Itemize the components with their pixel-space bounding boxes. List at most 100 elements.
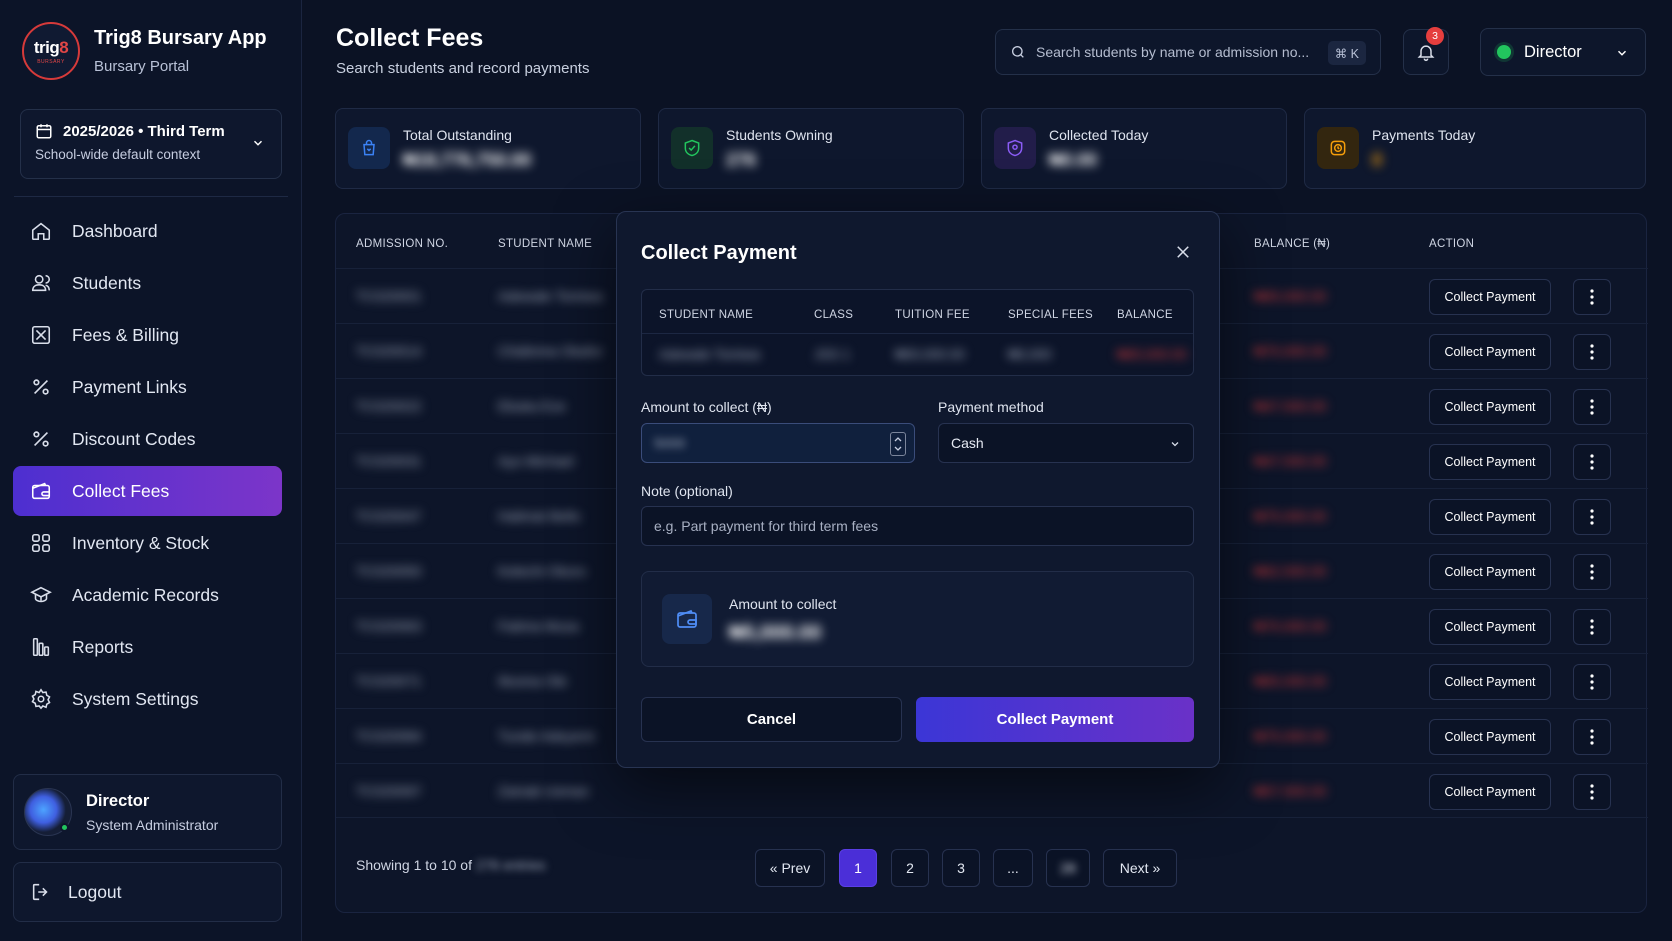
collect-payment-button[interactable]: Collect Payment [1429,774,1551,810]
column-header: SPECIAL FEES [1008,309,1093,321]
more-options-button[interactable] [1573,719,1611,755]
logout-button[interactable]: Logout [13,862,282,922]
close-button[interactable] [1171,240,1195,264]
pagination-page-last[interactable]: 28 [1046,849,1090,887]
home-icon [29,219,53,243]
stat-value: ₦0.00 [1049,150,1098,170]
role-status-dot [1497,45,1511,59]
column-header-student-name: STUDENT NAME [498,238,593,250]
sidebar-item-discount-codes[interactable]: Discount Codes [13,414,282,464]
note-label: Note (optional) [641,483,733,499]
pagination-next-button[interactable]: Next » [1103,849,1177,887]
sidebar-item-label: Reports [72,636,134,657]
sidebar-item-reports[interactable]: Reports [13,622,282,672]
name-cell: Zainab Usman [498,783,590,799]
more-options-button[interactable] [1573,499,1611,535]
percent-icon [29,375,53,399]
page-title: Collect Fees [336,24,484,52]
sidebar-item-label: Payment Links [72,376,187,397]
balance-cell: ₦65,000.00 [1254,673,1327,689]
note-input[interactable]: e.g. Part payment for third term fees [641,506,1194,546]
more-options-button[interactable] [1573,279,1611,315]
sidebar-item-label: Academic Records [72,584,219,605]
kebab-icon [1590,344,1594,360]
admission-cell: TC020047 [356,508,422,524]
chevron-down-icon [1615,46,1629,60]
collect-payment-button[interactable]: Collect Payment [1429,444,1551,480]
brand[interactable]: trig8 BURSARY Trig8 Bursary App Bursary … [22,22,267,80]
admission-cell: TC020084 [356,728,422,744]
more-options-button[interactable] [1573,609,1611,645]
name-cell: Ifeoma Obi [498,673,567,689]
more-options-button[interactable] [1573,444,1611,480]
payment-method-label: Payment method [938,399,1044,415]
term-selector[interactable]: 2025/2026 • Third Term School-wide defau… [20,109,282,179]
pagination-page-2[interactable]: 2 [891,849,929,887]
shield-icon [994,127,1036,169]
bar-chart-icon [29,635,53,659]
column-header-action: ACTION [1429,238,1475,250]
logout-icon [30,881,52,903]
number-stepper-icon[interactable] [890,432,906,456]
role-label: Director [1524,42,1582,61]
sidebar-item-collect-fees[interactable]: Collect Fees [13,466,282,516]
collect-payment-button[interactable]: Collect Payment [1429,554,1551,590]
collect-payment-button[interactable]: Collect Payment [1429,389,1551,425]
payment-method-select[interactable]: Cash [938,423,1194,463]
more-options-button[interactable] [1573,554,1611,590]
sidebar-nav: Dashboard Students Fees & Billing Paymen… [13,206,282,726]
sidebar-item-inventory[interactable]: Inventory & Stock [13,518,282,568]
user-card[interactable]: Director System Administrator [13,774,282,850]
user-role: System Administrator [86,816,219,833]
admission-cell: TC020071 [356,673,422,689]
sidebar-item-fees-billing[interactable]: Fees & Billing [13,310,282,360]
more-options-button[interactable] [1573,774,1611,810]
cancel-button[interactable]: Cancel [641,697,902,742]
sidebar-item-payment-links[interactable]: Payment Links [13,362,282,412]
more-options-button[interactable] [1573,664,1611,700]
notifications-button[interactable]: 3 [1403,27,1449,75]
stat-card-total-outstanding: Total Outstanding ₦18,776,750.00 [335,108,641,189]
amount-input[interactable]: 5000 [641,423,915,463]
collect-payment-button[interactable]: Collect Payment [1429,334,1551,370]
collect-payment-button[interactable]: Collect Payment [1429,664,1551,700]
role-switcher[interactable]: Director [1480,28,1646,76]
column-header: CLASS [814,309,854,321]
pagination-page-3[interactable]: 3 [942,849,980,887]
kebab-icon [1590,674,1594,690]
balance-cell: ₦65,000.00 [1254,288,1327,304]
admission-cell: TC020050 [356,563,422,579]
term-title: 2025/2026 • Third Term [63,122,225,140]
sidebar-item-academic-records[interactable]: Academic Records [13,570,282,620]
collect-payment-button[interactable]: Collect Payment [1429,499,1551,535]
pagination-total: 276 entries [475,857,546,873]
special-fees-cell: ₦5,000 [1008,347,1052,362]
more-options-button[interactable] [1573,389,1611,425]
sidebar-item-label: Inventory & Stock [72,532,210,553]
stat-card-students-owing: Students Owning 276 [658,108,964,189]
pagination-page-1[interactable]: 1 [839,849,877,887]
collect-payment-button[interactable]: Collect Payment [1429,609,1551,645]
name-cell: Chidinma Okafor [498,343,604,359]
stat-card-payments-today: Payments Today 0 [1304,108,1646,189]
collect-payment-submit-button[interactable]: Collect Payment [916,697,1194,742]
balance-cell: ₦70,000.00 [1254,618,1327,634]
admission-cell: TC020001 [356,288,422,304]
pagination-prev-button[interactable]: « Prev [755,849,825,887]
search-input[interactable]: Search students by name or admission no.… [995,29,1381,75]
collect-payment-button[interactable]: Collect Payment [1429,279,1551,315]
class-cell: JSS 1 [814,347,851,362]
amount-value: 5000 [654,435,686,451]
sidebar-item-dashboard[interactable]: Dashboard [13,206,282,256]
search-placeholder: Search students by name or admission no.… [1036,44,1310,60]
name-cell: Ebuka Eze [498,398,566,414]
name-cell: Halimat Bello [498,508,581,524]
user-name: Director [86,791,150,810]
sidebar-item-students[interactable]: Students [13,258,282,308]
page-subtitle: Search students and record payments [336,60,590,77]
table-row: TC020097 Zainab Usman ₦57,500.00 Collect… [336,763,1648,818]
collect-payment-button[interactable]: Collect Payment [1429,719,1551,755]
brand-title: Trig8 Bursary App [94,27,267,49]
more-options-button[interactable] [1573,334,1611,370]
sidebar-item-system-settings[interactable]: System Settings [13,674,282,724]
